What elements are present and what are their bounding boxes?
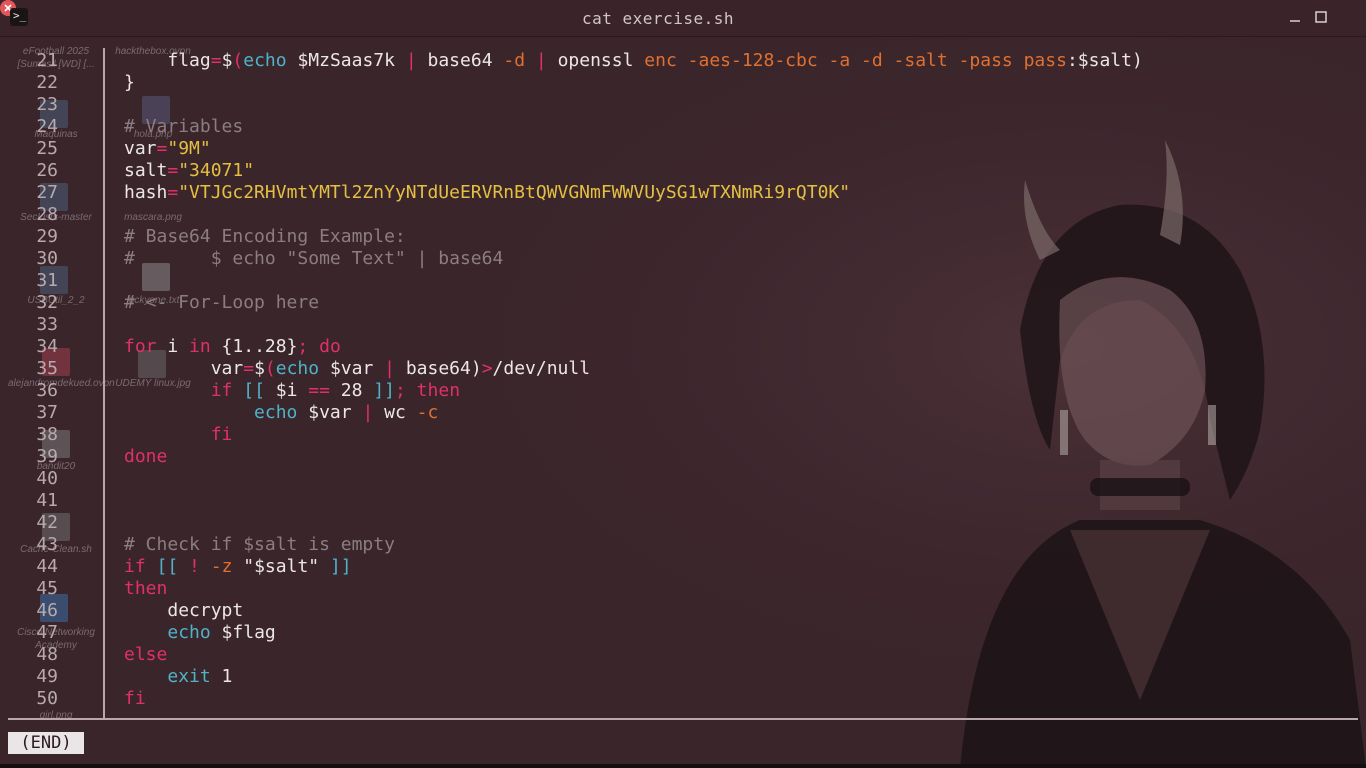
line-number: 33 <box>36 314 58 335</box>
code-line: for i in {1..28}; do <box>124 336 341 357</box>
code-line: decrypt <box>167 600 244 621</box>
line-number: 31 <box>36 270 58 291</box>
code-line: fi <box>210 424 233 445</box>
code-comment: # Base64 Encoding Example: <box>124 226 406 247</box>
code-line: echo $flag <box>167 622 276 643</box>
code-line: hash="VTJGc2RHVmtYMTl2ZnYyNTdUeERVRnBtQW… <box>124 182 851 203</box>
line-number: 40 <box>36 468 58 489</box>
line-number: 29 <box>36 226 58 247</box>
code-line: else <box>124 644 168 665</box>
line-number: 30 <box>36 248 58 269</box>
title-bar[interactable]: >_ cat exercise.sh <box>0 0 1366 37</box>
window-title: cat exercise.sh <box>582 9 734 28</box>
code-line: } <box>124 72 135 93</box>
line-number: 43 <box>36 534 58 555</box>
line-number: 34 <box>36 336 58 357</box>
minimize-icon[interactable] <box>1288 10 1302 24</box>
maximize-icon[interactable] <box>1314 10 1328 24</box>
code-comment: # Check if $salt is empty <box>124 534 395 555</box>
code-view[interactable]: flag=$(echo $MzSaas7k | base64 -d | open… <box>124 50 1360 716</box>
line-number: 47 <box>36 622 58 643</box>
line-number: 32 <box>36 292 58 313</box>
code-comment: # Variables <box>124 116 244 137</box>
line-number: 23 <box>36 94 58 115</box>
line-number: 41 <box>36 490 58 511</box>
bottom-edge <box>0 764 1366 768</box>
line-number: 37 <box>36 402 58 423</box>
status-divider <box>8 718 1358 720</box>
code-line: exit 1 <box>167 666 233 687</box>
code-line: if [[ ! -z "$salt" ]] <box>124 556 352 577</box>
line-number: 22 <box>36 72 58 93</box>
code-line: if [[ $i == 28 ]]; then <box>210 380 461 401</box>
line-number: 48 <box>36 644 58 665</box>
line-number: 35 <box>36 358 58 379</box>
terminal-window: eFootball 2025 [Sumasil [WD] [... hackth… <box>0 0 1366 768</box>
line-number: 25 <box>36 138 58 159</box>
line-number-gutter: 21 22 23 24 25 26 27 28 29 30 31 32 33 3… <box>0 50 104 716</box>
line-number: 49 <box>36 666 58 687</box>
line-number: 42 <box>36 512 58 533</box>
code-line: echo $var | wc -c <box>254 402 439 423</box>
line-number: 46 <box>36 600 58 621</box>
line-number: 26 <box>36 160 58 181</box>
code-line: flag=$(echo $MzSaas7k | base64 -d | open… <box>167 50 1143 71</box>
code-comment: # $ echo "Some Text" | base64 <box>124 248 504 269</box>
line-number: 38 <box>36 424 58 445</box>
code-comment: # <- For-Loop here <box>124 292 320 313</box>
line-number: 28 <box>36 204 58 225</box>
pager-end-indicator[interactable]: (END) <box>8 732 84 754</box>
line-number: 36 <box>36 380 58 401</box>
line-number: 27 <box>36 182 58 203</box>
code-line: salt="34071" <box>124 160 255 181</box>
line-number: 44 <box>36 556 58 577</box>
line-number: 24 <box>36 116 58 137</box>
code-line: done <box>124 446 168 467</box>
gutter-divider <box>103 48 105 718</box>
code-line: then <box>124 578 168 599</box>
code-line: var="9M" <box>124 138 211 159</box>
line-number: 50 <box>36 688 58 709</box>
line-number: 45 <box>36 578 58 599</box>
line-number: 21 <box>36 50 58 71</box>
code-line: var=$(echo $var | base64)>/dev/null <box>210 358 591 379</box>
code-line: fi <box>124 688 146 709</box>
line-number: 39 <box>36 446 58 467</box>
